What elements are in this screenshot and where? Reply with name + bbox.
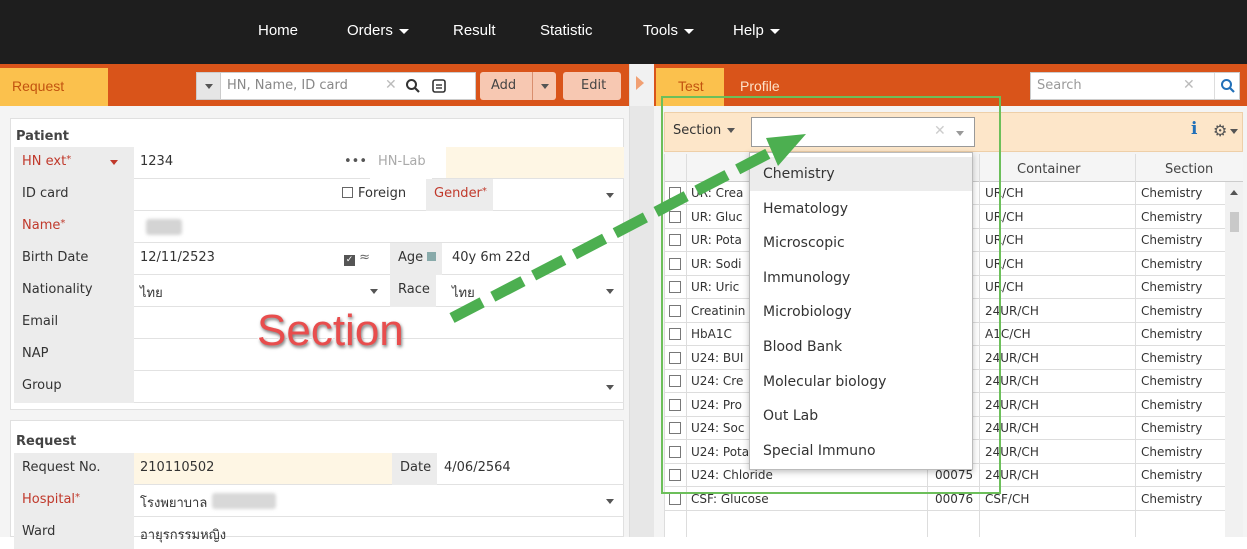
section-annotation-label: Section bbox=[256, 305, 406, 357]
annotation-arrow bbox=[449, 134, 806, 323]
